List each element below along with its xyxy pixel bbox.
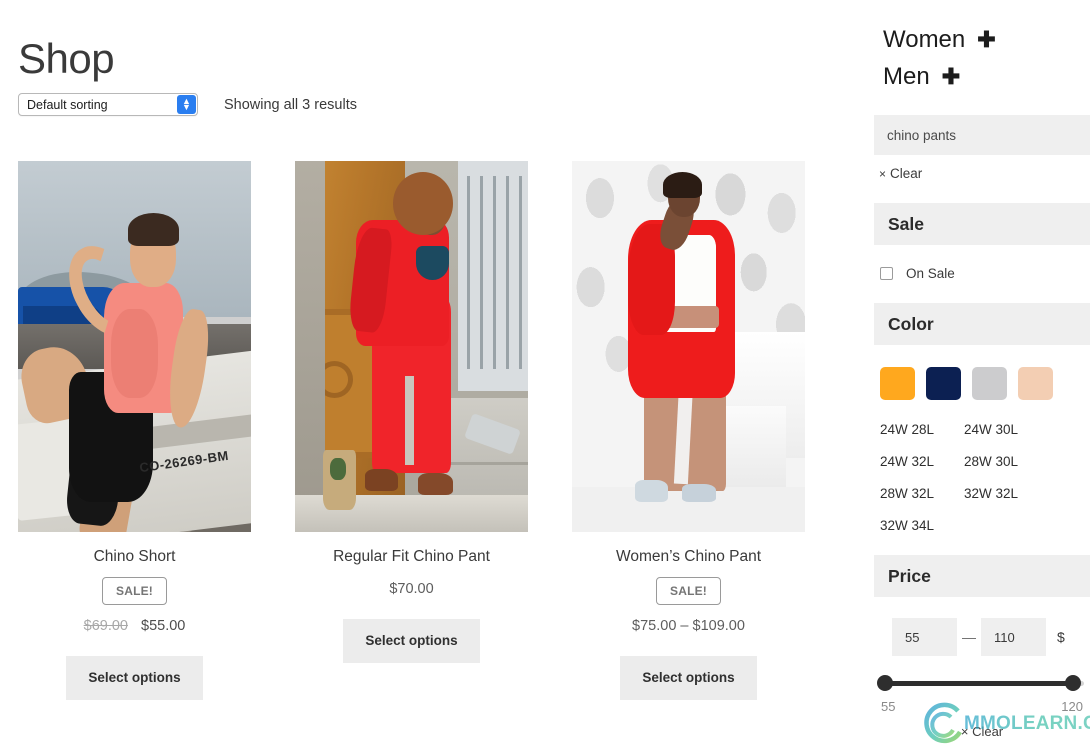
product-price: $69.00 $55.00 — [18, 618, 251, 634]
size-option[interactable]: 32W 32L — [964, 486, 1090, 501]
slider-fill — [885, 681, 1073, 686]
on-sale-checkbox-row[interactable]: On Sale — [874, 266, 1090, 281]
color-swatch-peach[interactable] — [1018, 367, 1053, 400]
main-content: Shop Default sorting ▲ ▼ Showing all 3 re… — [0, 0, 860, 749]
sidebar: Women ✚ Men ✚ chino pants × Clear Sale On… — [874, 0, 1090, 749]
size-option[interactable]: 24W 28L — [880, 422, 956, 437]
size-option[interactable]: 28W 30L — [964, 454, 1090, 469]
page-title: Shop — [18, 35, 115, 83]
product-price: $75.00 – $109.00 — [632, 618, 745, 635]
price-range-inputs: 55 — 110 $ — [874, 618, 1090, 656]
product-grid: CO-26269-BM Chino Short SALE! $69.00 $55… — [18, 161, 824, 700]
sort-select[interactable]: Default sorting ▲ ▼ — [18, 93, 198, 116]
size-option[interactable]: 24W 32L — [880, 454, 956, 469]
shop-toolbar: Default sorting ▲ ▼ Showing all 3 results — [18, 93, 357, 116]
price-min-input[interactable]: 55 — [892, 618, 957, 656]
color-filter-heading: Color — [874, 303, 1090, 345]
color-swatch-amber[interactable] — [880, 367, 915, 400]
product-title[interactable]: Regular Fit Chino Pant — [295, 547, 528, 567]
color-swatch-navy[interactable] — [926, 367, 961, 400]
price-max-input[interactable]: 110 — [981, 618, 1046, 656]
plus-icon[interactable]: ✚ — [942, 66, 960, 88]
product-card[interactable]: CO-26269-BM Chino Short SALE! $69.00 $55… — [18, 161, 251, 700]
product-card[interactable]: Regular Fit Chino Pant $70.00 Select opt… — [295, 161, 528, 700]
product-image-chino-short[interactable]: CO-26269-BM — [18, 161, 251, 532]
color-swatch-light-gray[interactable] — [972, 367, 1007, 400]
price-sale: $55.00 — [141, 618, 186, 635]
product-price: $70.00 — [389, 581, 434, 598]
status-badge: SALE! — [656, 577, 721, 606]
price-clear-link[interactable]: × Clear — [874, 724, 1090, 739]
product-card[interactable]: Women’s Chino Pant SALE! $75.00 – $109.0… — [572, 161, 805, 700]
price-clear-label: Clear — [972, 724, 1004, 739]
size-option[interactable]: 24W 30L — [964, 422, 1090, 437]
slider-handle-max[interactable] — [1065, 675, 1081, 691]
product-title[interactable]: Chino Short — [18, 547, 251, 567]
clear-filter-label: Clear — [890, 166, 923, 181]
category-nav: Women ✚ Men ✚ — [874, 0, 1090, 96]
plus-icon[interactable]: ✚ — [977, 29, 995, 51]
slider-max-label: 120 — [1061, 699, 1083, 714]
sort-select-value: Default sorting — [27, 97, 108, 112]
select-options-button[interactable]: Select options — [620, 656, 757, 700]
price-original: $69.00 — [83, 618, 128, 635]
sidebar-item-label: Women — [883, 26, 966, 53]
size-option[interactable]: 32W 34L — [880, 518, 956, 533]
price-range-slider[interactable] — [874, 675, 1090, 691]
select-options-button[interactable]: Select options — [66, 656, 203, 700]
checkbox-icon[interactable] — [880, 267, 893, 280]
sale-filter-heading: Sale — [874, 203, 1090, 245]
color-swatch-list — [874, 367, 1090, 400]
size-option[interactable]: 28W 32L — [880, 486, 956, 501]
product-title[interactable]: Women’s Chino Pant — [572, 547, 805, 567]
clear-filter-link[interactable]: × Clear — [874, 166, 1090, 181]
currency-symbol: $ — [1057, 629, 1065, 645]
results-count: Showing all 3 results — [224, 96, 357, 113]
product-image-womens-chino-pant[interactable] — [572, 161, 805, 532]
size-filter-list: 24W 28L 24W 30L 24W 32L 28W 30L 28W 32L … — [874, 422, 1090, 533]
slider-range-labels: 55 120 — [874, 699, 1090, 714]
on-sale-label: On Sale — [906, 266, 955, 281]
sidebar-item-women[interactable]: Women ✚ — [874, 22, 1090, 59]
sidebar-item-label: Men — [883, 63, 930, 90]
chevron-updown-icon[interactable]: ▲ ▼ — [177, 95, 196, 114]
price-range-dash: — — [962, 629, 976, 645]
slider-min-label: 55 — [881, 699, 896, 714]
sidebar-item-men[interactable]: Men ✚ — [874, 59, 1090, 96]
price-filter-heading: Price — [874, 555, 1090, 597]
product-image-regular-fit-chino-pant[interactable] — [295, 161, 528, 532]
status-badge: SALE! — [102, 577, 167, 606]
close-icon: × — [879, 167, 887, 181]
slider-handle-min[interactable] — [877, 675, 893, 691]
select-options-button[interactable]: Select options — [343, 619, 480, 663]
shop-page: Shop Default sorting ▲ ▼ Showing all 3 re… — [0, 0, 1090, 749]
close-icon: × — [960, 724, 969, 739]
active-filter-tag[interactable]: chino pants — [874, 115, 1090, 155]
